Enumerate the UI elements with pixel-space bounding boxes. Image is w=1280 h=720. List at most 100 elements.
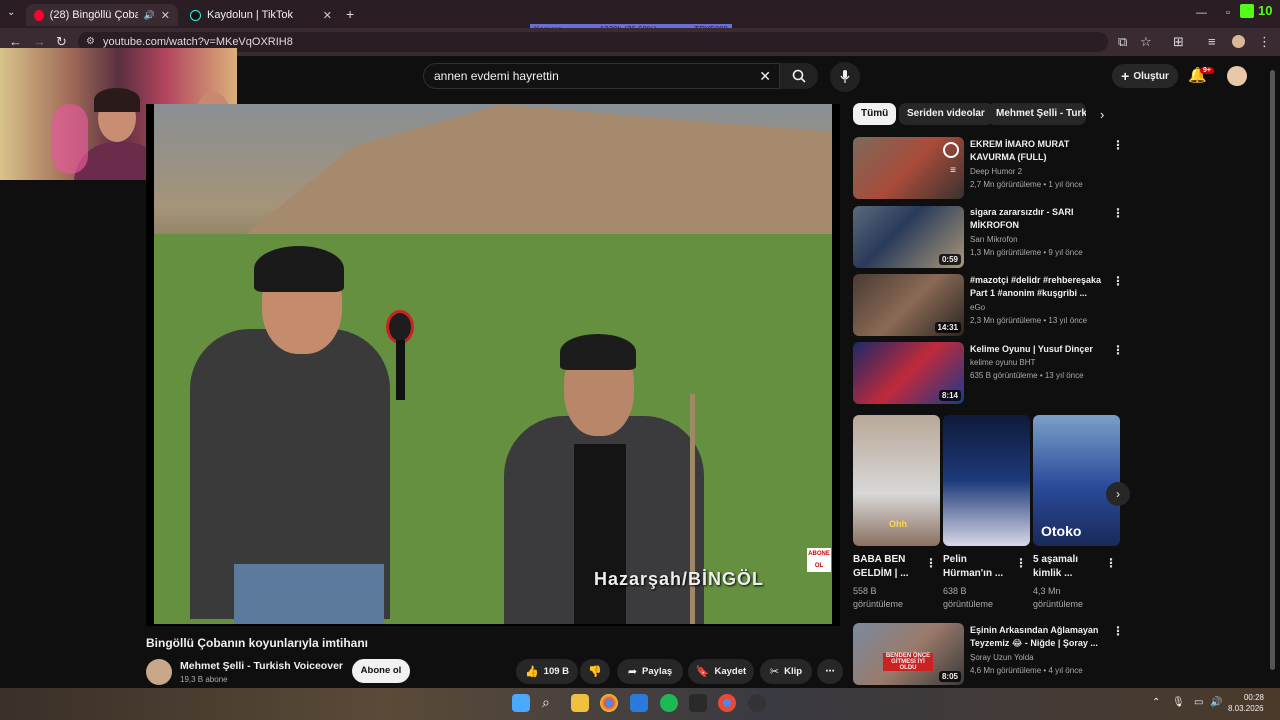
tab-youtube[interactable]: (28) Bingöllü Çobanın koyu 🔊 ✕	[26, 4, 178, 26]
add-to-queue-icon[interactable]: ≡	[950, 165, 956, 176]
tiktok-favicon-icon	[190, 9, 201, 21]
rec-menu-icon[interactable]: ⋮	[1112, 274, 1124, 288]
chrome-icon[interactable]	[600, 694, 618, 712]
chrome-profile-icon[interactable]	[718, 694, 736, 712]
shepherd-hair	[560, 334, 636, 370]
profile-icon[interactable]	[1232, 35, 1245, 48]
close-tab-icon[interactable]: ✕	[323, 9, 332, 22]
bookmark-star-icon[interactable]: ☆	[1140, 34, 1152, 50]
media-icon[interactable]: ≡	[1208, 34, 1216, 49]
like-button[interactable]: 👍 109 B	[516, 659, 578, 684]
microphone	[386, 310, 414, 344]
more-actions-button[interactable]: ⋯	[817, 659, 843, 684]
rec-duration: 0:59	[938, 254, 961, 265]
taskbar-date[interactable]: 8.03.2026	[1228, 704, 1268, 713]
rec-thumbnail[interactable]: BENDEN ÖNCE GİTMESİ İYİ OLDU 8:05	[853, 623, 964, 685]
close-tab-icon[interactable]: ✕	[161, 9, 170, 22]
search-button[interactable]	[780, 63, 818, 89]
menu-kebab-icon[interactable]: ⋮	[1258, 34, 1271, 50]
spotify-icon[interactable]	[660, 694, 678, 712]
clip-button[interactable]: ✂ Klip	[760, 659, 812, 684]
chips-next-icon[interactable]: ›	[1100, 107, 1104, 122]
rec-channel[interactable]: Sarı Mikrofon	[970, 235, 1018, 244]
channel-avatar[interactable]	[146, 659, 172, 685]
chip-channel[interactable]: Mehmet Şelli - Turkis	[988, 103, 1086, 125]
volume-icon[interactable]: 🔊	[1210, 697, 1222, 708]
page-scrollbar[interactable]	[1270, 70, 1275, 670]
share-button[interactable]: ➦ Paylaş	[617, 659, 683, 684]
rec-title[interactable]: Eşinin Arkasından Ağlamayan Teyzemiz 😂 -…	[970, 624, 1105, 650]
rec-duration: 14:31	[934, 322, 961, 333]
rec-title[interactable]: #mazotçi #delidr #rehbereşaka Part 1 #an…	[970, 274, 1105, 300]
short-title[interactable]: 5 aşamalı kimlik ...	[1033, 553, 1101, 581]
back-icon[interactable]: ←	[9, 34, 22, 49]
create-label: Oluştur	[1133, 70, 1169, 82]
voice-search-button[interactable]	[830, 62, 860, 92]
chip-all[interactable]: Tümü	[853, 103, 897, 125]
epic-games-icon[interactable]	[689, 694, 707, 712]
network-icon[interactable]: ▭	[1194, 697, 1203, 708]
rec-channel[interactable]: kelime oyunu BHT	[970, 358, 1035, 367]
restore-icon[interactable]: ▫	[1226, 7, 1230, 19]
rec-title[interactable]: EKREM İMARO MURAT KAVURMA (FULL)	[970, 138, 1105, 164]
thumbs-down-icon: 👎	[588, 666, 602, 678]
short-menu-icon[interactable]: ⋮	[1105, 556, 1117, 570]
short-thumbnail[interactable]	[943, 415, 1030, 546]
subscribe-button[interactable]: Abone ol	[352, 659, 410, 683]
new-tab-icon[interactable]: +	[346, 6, 354, 22]
rec-duration: 8:05	[938, 671, 961, 682]
thumbs-up-icon: 👍	[524, 666, 539, 678]
rec-channel[interactable]: Deep Humor 2	[970, 167, 1022, 176]
watch-later-icon[interactable]	[943, 142, 959, 158]
tab-label: (28) Bingöllü Çobanın koyu	[49, 9, 138, 21]
search-taskbar-icon[interactable]: ⌕	[542, 694, 550, 711]
taskbar-time[interactable]: 00:28	[1240, 693, 1264, 702]
rec-menu-icon[interactable]: ⋮	[1112, 206, 1124, 220]
tray-chevron-icon[interactable]: ⌃	[1152, 697, 1160, 708]
chip-series[interactable]: Seriden videolar	[899, 103, 993, 125]
create-button[interactable]: + Oluştur	[1112, 64, 1178, 88]
short-thumbnail[interactable]: Ohh	[853, 415, 940, 546]
video-frame: Hazarşah/BİNGÖL ABONE OL	[154, 104, 832, 624]
app-icon[interactable]	[630, 694, 648, 712]
file-explorer-icon[interactable]	[571, 694, 589, 712]
rec-menu-icon[interactable]: ⋮	[1112, 138, 1124, 152]
cast-icon[interactable]: ⧉	[1118, 34, 1127, 50]
short-menu-icon[interactable]: ⋮	[1015, 556, 1027, 570]
bookmark-icon: 🔖	[695, 666, 710, 678]
minimize-icon[interactable]: —	[1196, 7, 1207, 19]
rec-thumbnail[interactable]: 8:14	[853, 342, 964, 404]
extensions-icon[interactable]: ⊞	[1173, 34, 1184, 50]
search-input[interactable]: annen evdemi hayrettin ✕	[423, 63, 780, 89]
short-menu-icon[interactable]: ⋮	[925, 556, 937, 570]
short-title[interactable]: Pelin Hürman'ın ...	[943, 553, 1011, 581]
url-text: youtube.com/watch?v=MKeVqOXRIH8	[103, 36, 293, 48]
avatar[interactable]	[1227, 66, 1247, 86]
forward-icon[interactable]: →	[33, 34, 46, 49]
start-icon[interactable]	[512, 694, 530, 712]
reporter-hair	[254, 246, 344, 292]
rec-thumbnail[interactable]: 0:59	[853, 206, 964, 268]
rec-title[interactable]: Kelime Oyunu | Yusuf Dinçer	[970, 343, 1105, 356]
rec-thumbnail[interactable]: 14:31	[853, 274, 964, 336]
rec-channel[interactable]: eGo	[970, 303, 985, 312]
rec-title[interactable]: sigara zararsızdır - SARI MİKROFON	[970, 206, 1105, 232]
rec-menu-icon[interactable]: ⋮	[1112, 624, 1124, 638]
rec-channel[interactable]: Şoray Uzun Yolda	[970, 653, 1034, 662]
speaker-icon[interactable]: 🔊	[144, 10, 155, 21]
short-thumbnail[interactable]: Otoko	[1033, 415, 1120, 546]
rec-thumbnail[interactable]: ≡	[853, 137, 964, 199]
channel-name[interactable]: Mehmet Şelli - Turkish Voiceover	[180, 660, 343, 672]
shorts-next-button[interactable]: ›	[1106, 482, 1130, 506]
tab-search-icon[interactable]: ⌄	[7, 7, 15, 18]
dislike-button[interactable]: 👎	[580, 659, 610, 684]
clear-search-icon[interactable]: ✕	[759, 64, 771, 89]
video-player[interactable]: Hazarşah/BİNGÖL ABONE OL	[146, 104, 840, 626]
short-title[interactable]: BABA BEN GELDİM | ...	[853, 553, 921, 581]
rec-menu-icon[interactable]: ⋮	[1112, 343, 1124, 357]
obs-icon[interactable]	[748, 694, 766, 712]
rec-meta: 635 B görüntüleme • 13 yıl önce	[970, 371, 1084, 380]
save-button[interactable]: 🔖 Kaydet	[688, 659, 754, 684]
mic-tray-icon[interactable]: 🎙	[1172, 697, 1185, 708]
tab-tiktok[interactable]: Kaydolun | TikTok ✕	[182, 4, 340, 26]
